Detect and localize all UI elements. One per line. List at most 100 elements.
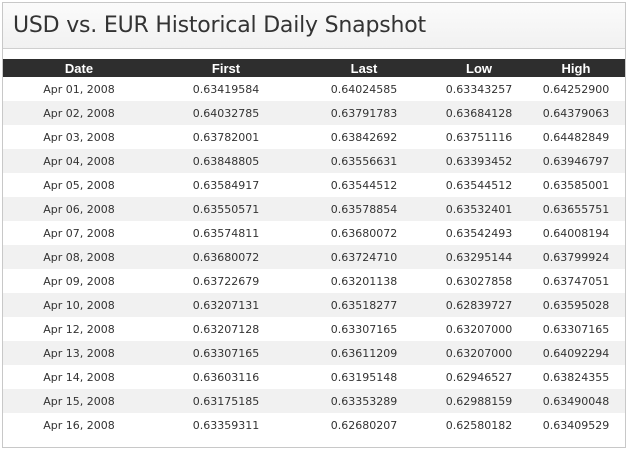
cell-date: Apr 12, 2008: [3, 317, 155, 341]
table-row: Apr 01, 2008 0.63419584 0.64024585 0.633432…: [3, 77, 625, 101]
cell-low: 0.63544512: [431, 173, 527, 197]
cell-first: 0.63307165: [155, 341, 297, 365]
cell-low: 0.63295144: [431, 245, 527, 269]
cell-low: 0.62946527: [431, 365, 527, 389]
cell-low: 0.63393452: [431, 149, 527, 173]
cell-low: 0.63542493: [431, 221, 527, 245]
cell-low: 0.63027858: [431, 269, 527, 293]
cell-low: 0.63207000: [431, 341, 527, 365]
table-row: Apr 02, 2008 0.64032785 0.63791783 0.636841…: [3, 101, 625, 125]
cell-last: 0.63724710: [297, 245, 431, 269]
cell-low: 0.63684128: [431, 101, 527, 125]
cell-last: 0.63518277: [297, 293, 431, 317]
cell-high: 0.63946797: [527, 149, 625, 173]
cell-date: Apr 15, 2008: [3, 389, 155, 413]
table-row: Apr 03, 2008 0.63782001 0.63842692 0.637511…: [3, 125, 625, 149]
table-row: Apr 05, 2008 0.63584917 0.63544512 0.635445…: [3, 173, 625, 197]
cell-first: 0.63550571: [155, 197, 297, 221]
table-row: Apr 13, 2008 0.63307165 0.63611209 0.632070…: [3, 341, 625, 365]
page-title: USD vs. EUR Historical Daily Snapshot: [13, 13, 426, 38]
cell-high: 0.64252900: [527, 77, 625, 101]
cell-low: 0.63207000: [431, 317, 527, 341]
table-row: Apr 08, 2008 0.63680072 0.63724710 0.632951…: [3, 245, 625, 269]
cell-last: 0.64024585: [297, 77, 431, 101]
table-row: Apr 06, 2008 0.63550571 0.63578854 0.635324…: [3, 197, 625, 221]
cell-first: 0.63680072: [155, 245, 297, 269]
cell-high: 0.64092294: [527, 341, 625, 365]
cell-first: 0.63848805: [155, 149, 297, 173]
table-header-row: Date First Last Low High: [3, 59, 625, 77]
table-row: Apr 14, 2008 0.63603116 0.63195148 0.629465…: [3, 365, 625, 389]
cell-last: 0.63556631: [297, 149, 431, 173]
cell-last: 0.63578854: [297, 197, 431, 221]
snapshot-table: Date First Last Low High Apr 01, 2008 0.6…: [3, 59, 625, 437]
cell-date: Apr 02, 2008: [3, 101, 155, 125]
cell-low: 0.63532401: [431, 197, 527, 221]
cell-high: 0.63747051: [527, 269, 625, 293]
cell-high: 0.63824355: [527, 365, 625, 389]
cell-date: Apr 03, 2008: [3, 125, 155, 149]
cell-first: 0.63207131: [155, 293, 297, 317]
cell-high: 0.63595028: [527, 293, 625, 317]
cell-high: 0.63409529: [527, 413, 625, 437]
cell-last: 0.63611209: [297, 341, 431, 365]
cell-high: 0.63655751: [527, 197, 625, 221]
table-row: Apr 15, 2008 0.63175185 0.63353289 0.629881…: [3, 389, 625, 413]
cell-last: 0.63680072: [297, 221, 431, 245]
cell-high: 0.64482849: [527, 125, 625, 149]
cell-date: Apr 09, 2008: [3, 269, 155, 293]
cell-last: 0.63353289: [297, 389, 431, 413]
cell-low: 0.63751116: [431, 125, 527, 149]
cell-last: 0.63307165: [297, 317, 431, 341]
column-header-first: First: [155, 59, 297, 77]
cell-first: 0.64032785: [155, 101, 297, 125]
column-header-last: Last: [297, 59, 431, 77]
cell-first: 0.63574811: [155, 221, 297, 245]
cell-date: Apr 13, 2008: [3, 341, 155, 365]
cell-high: 0.63799924: [527, 245, 625, 269]
cell-first: 0.63584917: [155, 173, 297, 197]
cell-last: 0.63544512: [297, 173, 431, 197]
cell-last: 0.63201138: [297, 269, 431, 293]
cell-first: 0.63603116: [155, 365, 297, 389]
cell-low: 0.62988159: [431, 389, 527, 413]
cell-date: Apr 06, 2008: [3, 197, 155, 221]
cell-high: 0.63307165: [527, 317, 625, 341]
cell-high: 0.64379063: [527, 101, 625, 125]
title-bar: USD vs. EUR Historical Daily Snapshot: [3, 3, 625, 49]
cell-low: 0.62839727: [431, 293, 527, 317]
cell-first: 0.63359311: [155, 413, 297, 437]
cell-high: 0.63490048: [527, 389, 625, 413]
column-header-low: Low: [431, 59, 527, 77]
table-row: Apr 12, 2008 0.63207128 0.63307165 0.632070…: [3, 317, 625, 341]
column-header-date: Date: [3, 59, 155, 77]
cell-first: 0.63782001: [155, 125, 297, 149]
cell-first: 0.63175185: [155, 389, 297, 413]
table-row: Apr 04, 2008 0.63848805 0.63556631 0.633934…: [3, 149, 625, 173]
cell-low: 0.62580182: [431, 413, 527, 437]
table-row: Apr 10, 2008 0.63207131 0.63518277 0.628397…: [3, 293, 625, 317]
cell-date: Apr 16, 2008: [3, 413, 155, 437]
cell-low: 0.63343257: [431, 77, 527, 101]
column-header-high: High: [527, 59, 625, 77]
cell-date: Apr 01, 2008: [3, 77, 155, 101]
table-body: Apr 01, 2008 0.63419584 0.64024585 0.633432…: [3, 77, 625, 437]
snapshot-panel: USD vs. EUR Historical Daily Snapshot Da…: [2, 2, 626, 448]
cell-date: Apr 08, 2008: [3, 245, 155, 269]
cell-date: Apr 04, 2008: [3, 149, 155, 173]
cell-last: 0.63195148: [297, 365, 431, 389]
table-row: Apr 09, 2008 0.63722679 0.63201138 0.630278…: [3, 269, 625, 293]
cell-last: 0.63791783: [297, 101, 431, 125]
table-row: Apr 07, 2008 0.63574811 0.63680072 0.635424…: [3, 221, 625, 245]
table-row: Apr 16, 2008 0.63359311 0.62680207 0.625801…: [3, 413, 625, 437]
cell-date: Apr 14, 2008: [3, 365, 155, 389]
cell-first: 0.63419584: [155, 77, 297, 101]
cell-last: 0.62680207: [297, 413, 431, 437]
cell-last: 0.63842692: [297, 125, 431, 149]
cell-first: 0.63207128: [155, 317, 297, 341]
cell-first: 0.63722679: [155, 269, 297, 293]
cell-date: Apr 10, 2008: [3, 293, 155, 317]
cell-high: 0.64008194: [527, 221, 625, 245]
cell-date: Apr 05, 2008: [3, 173, 155, 197]
cell-high: 0.63585001: [527, 173, 625, 197]
